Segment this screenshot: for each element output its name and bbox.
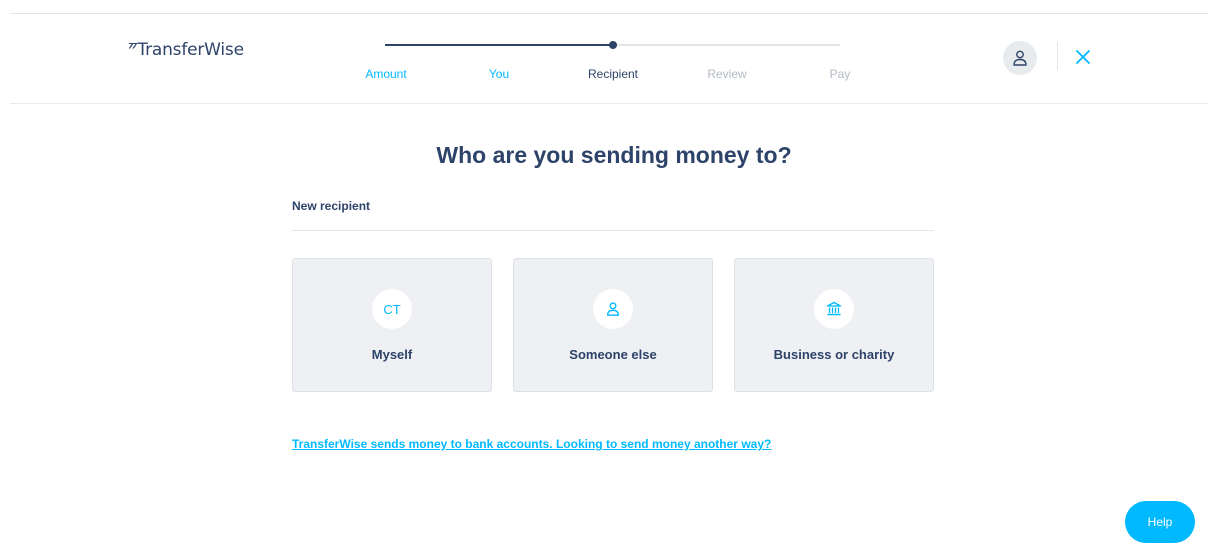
page-title: Who are you sending money to? [436,142,792,168]
close-button[interactable] [1071,45,1095,69]
header-divider [1057,42,1058,70]
step-recipient: Recipient [587,67,639,81]
step-you[interactable]: You [489,67,509,81]
step-review: Review [707,67,747,81]
step-pay: Pay [829,67,851,81]
option-business-or-charity[interactable]: Business or charity [734,258,934,392]
bank-icon [826,301,842,316]
stepper-current-marker [609,41,617,49]
close-icon [1076,50,1090,64]
account-button[interactable] [1003,41,1037,75]
option-label-someone-else: Someone else [569,347,657,362]
option-label-myself: Myself [371,347,413,362]
someone-else-icon-circle [593,289,633,329]
avatar-initials: CT [383,301,401,317]
section-divider [292,230,934,231]
help-button-label: Help [1147,515,1173,529]
send-another-way-link[interactable]: TransferWise sends money to bank account… [292,437,771,451]
user-icon [1013,50,1027,66]
stepper-track-remaining [613,44,840,46]
user-icon [607,302,619,316]
help-button[interactable]: Help [1125,501,1195,543]
section-label-new-recipient: New recipient [292,199,371,213]
option-someone-else[interactable]: Someone else [513,258,713,392]
business-icon-circle [814,289,854,329]
stepper-track-completed [385,44,613,46]
header-divider-line [10,103,1208,104]
option-label-business-or-charity: Business or charity [773,347,895,362]
step-amount[interactable]: Amount [365,67,406,81]
initials-avatar: CT [372,289,412,329]
option-myself[interactable]: CT Myself [292,258,492,392]
